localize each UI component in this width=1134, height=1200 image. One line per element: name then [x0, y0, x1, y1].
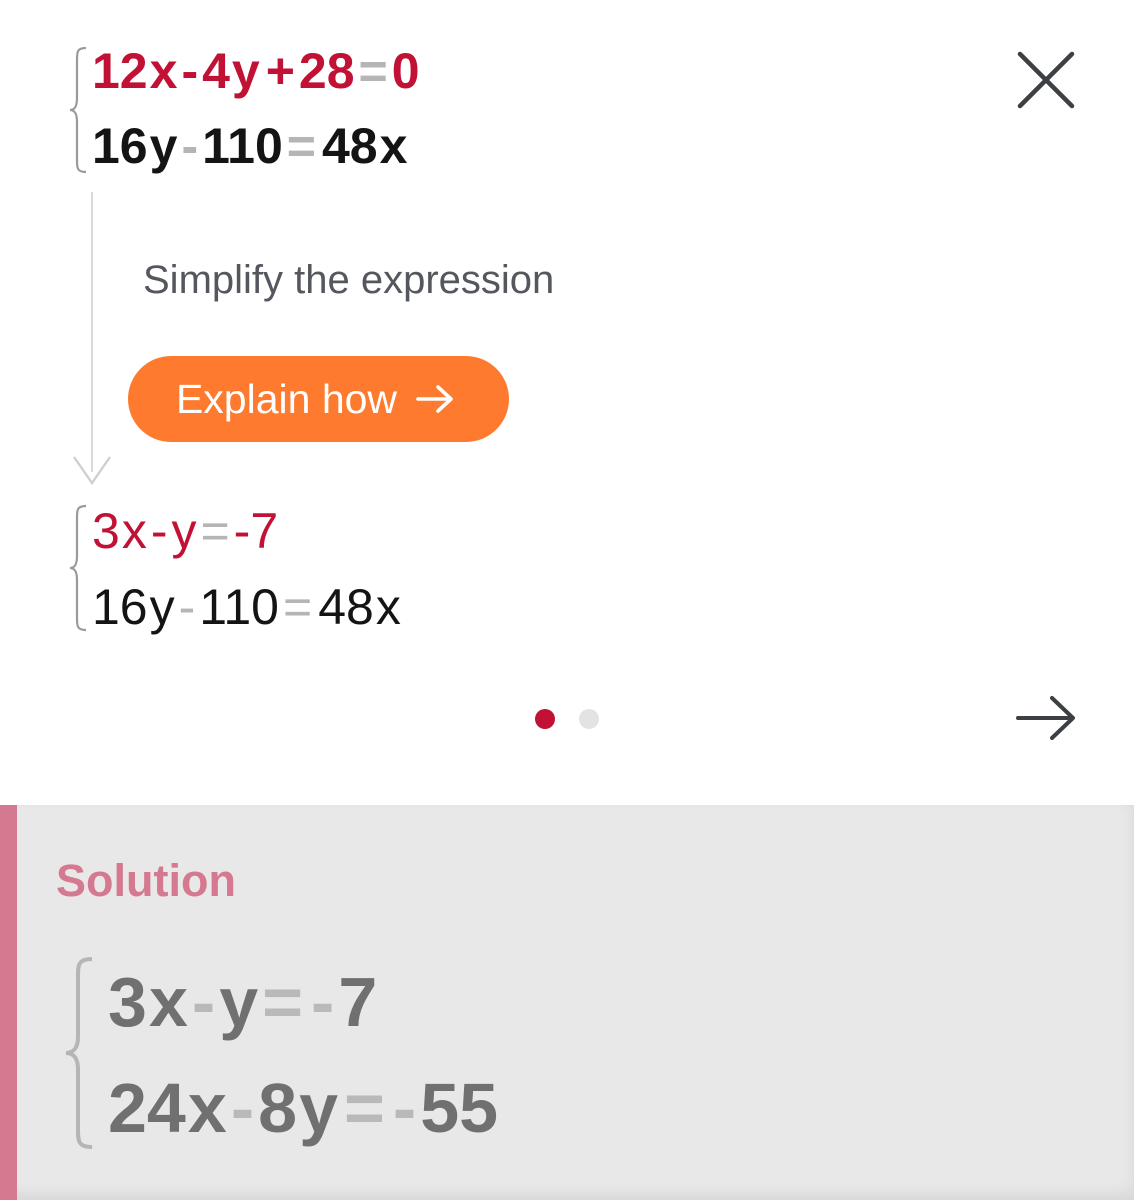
original-system: 12x-4y +28=0 16y-110= 48x	[68, 44, 528, 176]
simplified-system: 3x-y=-7 16y-110= 48x	[68, 502, 488, 634]
step-description: Simplify the expression	[143, 258, 555, 302]
arrow-right-icon	[416, 385, 453, 413]
solution-equation-2: 24x-8y= -55	[108, 1069, 499, 1147]
solution-system: 3x-y= -7 24x-8y= -55	[62, 955, 662, 1155]
step-connector	[91, 192, 93, 472]
original-equation-2: 16y-110= 48x	[92, 118, 408, 174]
brace-icon	[69, 46, 87, 174]
solution-accent-bar	[0, 805, 17, 1200]
arrow-right-icon	[1016, 696, 1075, 740]
simplified-equation-2: 16y-110= 48x	[92, 579, 401, 635]
explain-how-label: Explain how	[175, 375, 398, 422]
page-dot-active[interactable]	[535, 709, 555, 729]
brace-icon	[65, 957, 93, 1149]
original-equation-1: 12x-4y +28=0	[92, 43, 420, 99]
close-icon	[1017, 51, 1075, 109]
solution-title: Solution	[56, 855, 236, 906]
step-card: 12x-4y +28=0 16y-110= 48x Simplify the exp…	[0, 0, 1134, 805]
explain-how-button[interactable]: Explain how	[128, 356, 509, 442]
solution-panel: Solution 3x-y= -7 24x-8y= -55	[0, 805, 1134, 1200]
solution-equation-1: 3x-y= -7	[108, 963, 378, 1041]
brace-icon	[69, 504, 87, 632]
close-button[interactable]	[1012, 46, 1080, 114]
simplified-equation-1: 3x-y=-7	[92, 503, 279, 559]
next-step-button[interactable]	[1010, 690, 1080, 746]
arrow-down-icon	[73, 456, 111, 486]
page-dot[interactable]	[579, 709, 599, 729]
